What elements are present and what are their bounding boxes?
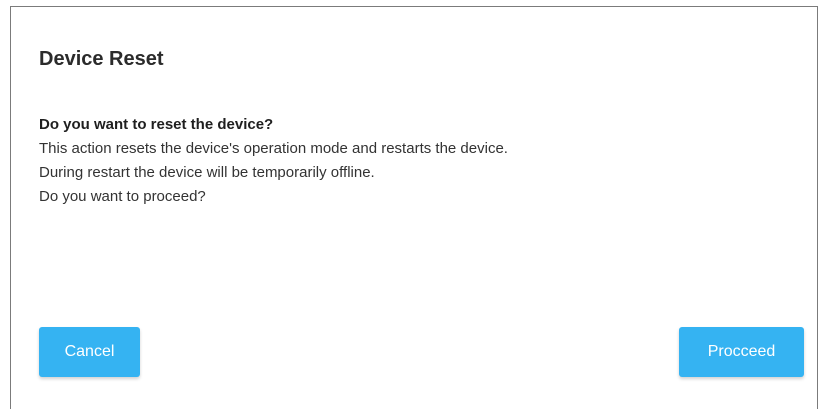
dialog-message-line-2: During restart the device will be tempor… [39,164,375,181]
dialog-body: Do you want to reset the device? This ac… [39,113,797,209]
device-reset-dialog: Device Reset Do you want to reset the de… [10,6,818,409]
dialog-question: Do you want to reset the device? [39,116,274,133]
dialog-title: Device Reset [39,48,164,70]
proceed-button[interactable]: Procceed [679,327,804,377]
dialog-message-line-3: Do you want to proceed? [39,188,206,205]
dialog-message-line-1: This action resets the device's operatio… [39,140,508,157]
cancel-button[interactable]: Cancel [39,327,140,377]
